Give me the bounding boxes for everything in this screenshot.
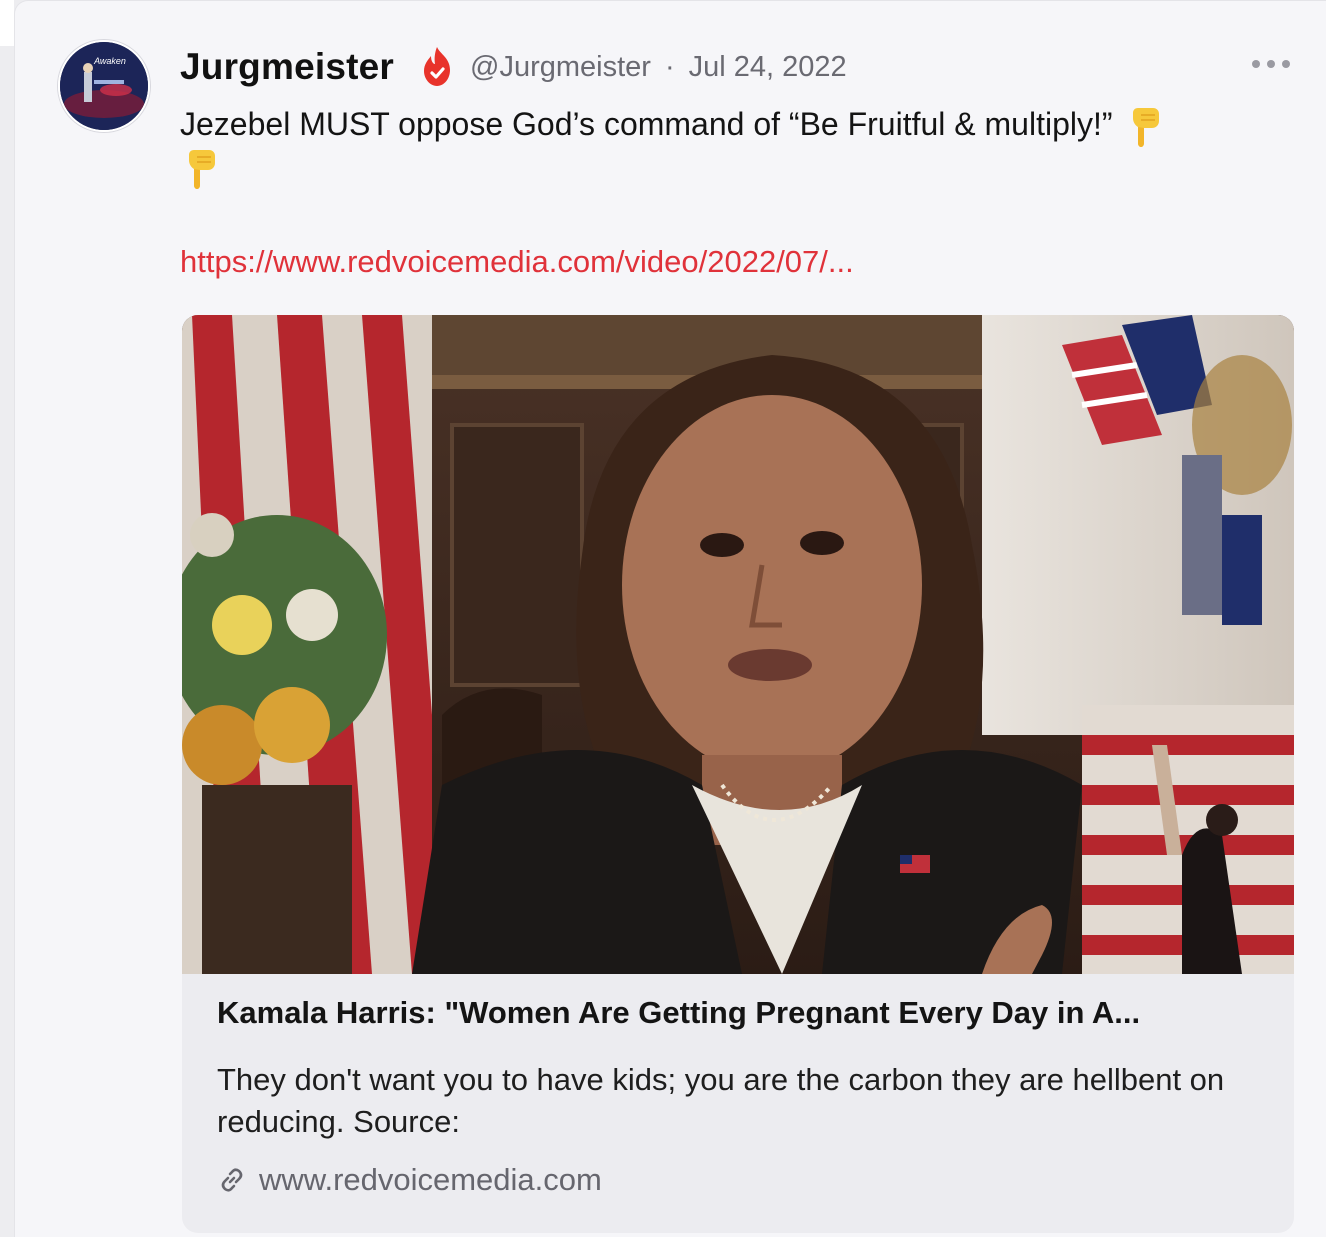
separator-dot: · [664, 50, 675, 83]
video-thumbnail-image[interactable] [182, 315, 1294, 974]
link-preview-card[interactable]: Kamala Harris: "Women Are Getting Pregna… [182, 315, 1294, 1233]
avatar[interactable]: Awaken [58, 40, 150, 132]
post-header: Jurgmeister @Jurgmeister · Jul 24, 2022 [180, 44, 847, 90]
post-date[interactable]: Jul 24, 2022 [689, 51, 847, 84]
more-dot-icon [1282, 60, 1290, 68]
post-body: Jezebel MUST oppose God’s command of “Be… [180, 100, 1240, 151]
pointing-down-emoji-icon [1132, 107, 1159, 147]
post-text: Jezebel MUST oppose God’s command of “Be… [180, 106, 1113, 142]
card-title[interactable]: Kamala Harris: "Women Are Getting Pregna… [217, 995, 1257, 1031]
card-domain-text: www.redvoicemedia.com [259, 1162, 602, 1197]
avatar-image: Awaken [60, 42, 148, 130]
card-domain[interactable]: www.redvoicemedia.com [217, 1162, 602, 1198]
link-chain-icon [221, 1168, 243, 1192]
post-link[interactable]: https://www.redvoicemedia.com/video/2022… [180, 244, 854, 280]
user-handle[interactable]: @Jurgmeister [470, 51, 651, 84]
more-dot-icon [1252, 60, 1260, 68]
pointing-down-emoji-icon [189, 150, 215, 189]
more-dot-icon [1267, 60, 1275, 68]
display-name[interactable]: Jurgmeister [180, 46, 394, 88]
more-options-button[interactable] [1248, 52, 1294, 76]
avatar-caption: Awaken [93, 56, 126, 66]
card-description: They don't want you to have kids; you ar… [217, 1062, 1225, 1139]
verified-flame-icon [424, 47, 451, 86]
page-edge [0, 0, 14, 46]
